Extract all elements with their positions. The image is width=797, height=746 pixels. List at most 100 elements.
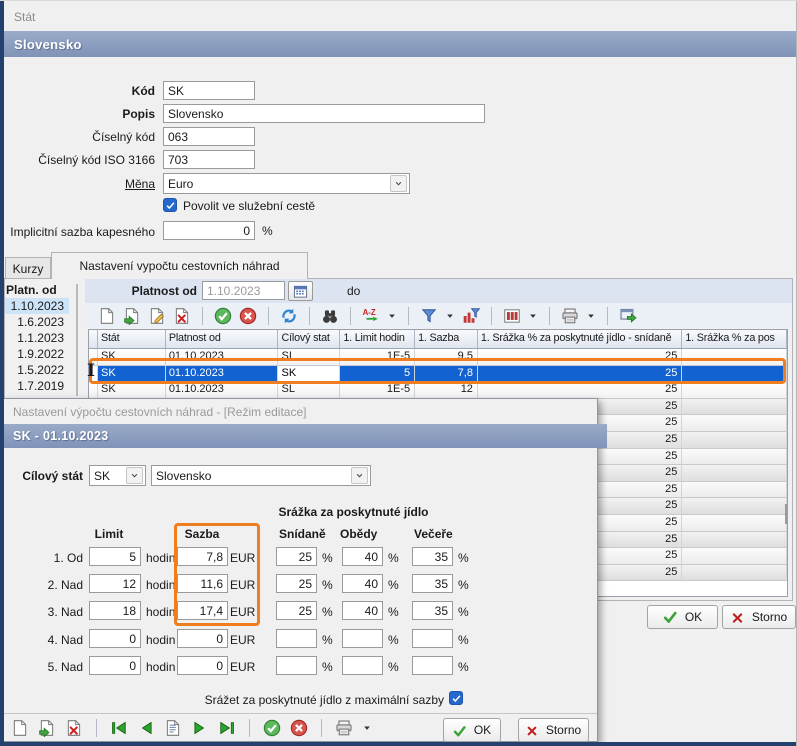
edit-dialog-ok-button[interactable]: OK: [443, 718, 501, 742]
date-list-item[interactable]: 1.7.2019: [5, 378, 69, 394]
limit-input-1[interactable]: 5: [89, 547, 141, 566]
table-cell[interactable]: [682, 548, 787, 565]
dropdown-arrow-icon[interactable]: [445, 307, 455, 325]
srazet-checkbox[interactable]: [449, 691, 463, 705]
copy-record-icon[interactable]: [38, 719, 56, 737]
snidane-input-3[interactable]: 25: [276, 601, 317, 620]
table-cell[interactable]: [682, 515, 787, 532]
snidane-input-4[interactable]: [276, 629, 317, 648]
table-cell[interactable]: [682, 465, 787, 482]
storno-button[interactable]: Storno: [722, 605, 796, 629]
table-scrollbar-thumb[interactable]: [785, 504, 787, 524]
mena-combobox[interactable]: Euro: [163, 173, 410, 194]
vecere-input-4[interactable]: [412, 629, 453, 648]
filter-icon[interactable]: [420, 307, 438, 325]
snidane-input-5[interactable]: [276, 656, 317, 675]
cilovy-stat-code-combobox[interactable]: SK: [89, 465, 146, 486]
tab-nastaveni-vypoctu[interactable]: Nastavení vypočtu cestovních náhrad: [51, 252, 308, 279]
obedy-input-1[interactable]: 40: [342, 547, 383, 566]
date-list-scrollbar[interactable]: [76, 284, 78, 396]
column-header[interactable]: 1. Srážka % za pos: [682, 330, 787, 348]
table-cell[interactable]: [682, 482, 787, 499]
nav-next-icon[interactable]: [191, 719, 209, 737]
nav-first-icon[interactable]: [110, 719, 128, 737]
calendar-button[interactable]: [288, 281, 313, 301]
columns-icon[interactable]: [503, 307, 521, 325]
cilovy-stat-name-combobox[interactable]: Slovensko: [151, 465, 371, 486]
obedy-input-3[interactable]: 40: [342, 601, 383, 620]
limit-input-5[interactable]: 0: [89, 656, 141, 675]
column-header[interactable]: 1. Limit hodin: [340, 330, 415, 348]
edit-dialog-storno-button[interactable]: Storno: [518, 718, 589, 742]
table-cell[interactable]: [682, 449, 787, 466]
sort-az-icon[interactable]: A-Z: [362, 307, 380, 325]
table-cell[interactable]: [682, 498, 787, 515]
column-header[interactable]: 1. Srážka % za poskytnuté jídlo - snídan…: [478, 330, 682, 348]
vecere-input-5[interactable]: [412, 656, 453, 675]
table-cell[interactable]: 12: [415, 382, 478, 399]
kod-input[interactable]: SK: [163, 81, 255, 100]
popis-input[interactable]: Slovensko: [163, 104, 485, 123]
snidane-input-1[interactable]: 25: [276, 547, 317, 566]
snidane-input-2[interactable]: 25: [276, 574, 317, 593]
povolit-checkbox[interactable]: [163, 198, 177, 212]
table-cell[interactable]: [682, 382, 787, 399]
new-record-icon[interactable]: [11, 719, 29, 737]
refresh-icon[interactable]: [280, 307, 298, 325]
ok-button[interactable]: OK: [647, 605, 718, 629]
column-header[interactable]: Stát: [98, 330, 166, 348]
dropdown-arrow-icon[interactable]: [387, 307, 397, 325]
ciselny-kod-input[interactable]: 063: [163, 127, 255, 146]
nav-list-icon[interactable]: [164, 719, 182, 737]
date-list-item[interactable]: 1.1.2023: [5, 330, 69, 346]
table-cell[interactable]: [682, 565, 787, 582]
table-cell[interactable]: SL: [278, 382, 340, 399]
table-cell[interactable]: [682, 399, 787, 416]
table-cell[interactable]: [682, 532, 787, 549]
table-cell[interactable]: 25: [478, 382, 682, 399]
table-cell[interactable]: 01.10.2023: [166, 382, 279, 399]
table-row[interactable]: SK01.10.2023SL1E-51225: [89, 382, 787, 399]
date-list-item[interactable]: 1.5.2022: [5, 362, 69, 378]
confirm-icon[interactable]: [263, 719, 281, 737]
iso-input[interactable]: 703: [163, 150, 255, 169]
obedy-input-2[interactable]: 40: [342, 574, 383, 593]
date-list-item[interactable]: 1.10.2023: [5, 298, 69, 314]
limit-input-4[interactable]: 0: [89, 629, 141, 648]
kapesne-input[interactable]: 0: [163, 221, 255, 240]
confirm-icon[interactable]: [214, 307, 232, 325]
search-icon[interactable]: [321, 307, 339, 325]
mena-label[interactable]: Měna: [0, 177, 155, 191]
tab-kurzy[interactable]: Kurzy: [5, 257, 51, 279]
limit-input-2[interactable]: 12: [89, 574, 141, 593]
copy-record-icon[interactable]: [123, 307, 141, 325]
vecere-input-3[interactable]: 35: [412, 601, 453, 620]
nav-prev-icon[interactable]: [137, 719, 155, 737]
dropdown-arrow-icon[interactable]: [586, 307, 596, 325]
chevron-down-icon[interactable]: [390, 175, 407, 192]
dropdown-arrow-icon[interactable]: [362, 719, 372, 737]
vecere-input-2[interactable]: 35: [412, 574, 453, 593]
sazba-input-5[interactable]: 0: [177, 656, 228, 675]
chevron-down-icon[interactable]: [126, 467, 143, 484]
vecere-input-1[interactable]: 35: [412, 547, 453, 566]
obedy-input-5[interactable]: [342, 656, 383, 675]
delete-record-icon[interactable]: [173, 307, 191, 325]
limit-input-3[interactable]: 18: [89, 601, 141, 620]
obedy-input-4[interactable]: [342, 629, 383, 648]
table-cell[interactable]: SK: [98, 382, 166, 399]
column-header[interactable]: Cílový stat: [278, 330, 340, 348]
nav-last-icon[interactable]: [218, 719, 236, 737]
column-header[interactable]: 1. Sazba: [415, 330, 478, 348]
new-record-icon[interactable]: [98, 307, 116, 325]
dropdown-arrow-icon[interactable]: [528, 307, 538, 325]
cancel-icon[interactable]: [239, 307, 257, 325]
print-icon[interactable]: [335, 719, 353, 737]
print-icon[interactable]: [561, 307, 579, 325]
cancel-icon[interactable]: [290, 719, 308, 737]
platnost-od-input[interactable]: 1.10.2023: [202, 281, 285, 300]
sazba-input-4[interactable]: 0: [177, 629, 228, 648]
filter-graph-icon[interactable]: [462, 307, 480, 325]
edit-record-icon[interactable]: [148, 307, 166, 325]
delete-record-icon[interactable]: [65, 719, 83, 737]
